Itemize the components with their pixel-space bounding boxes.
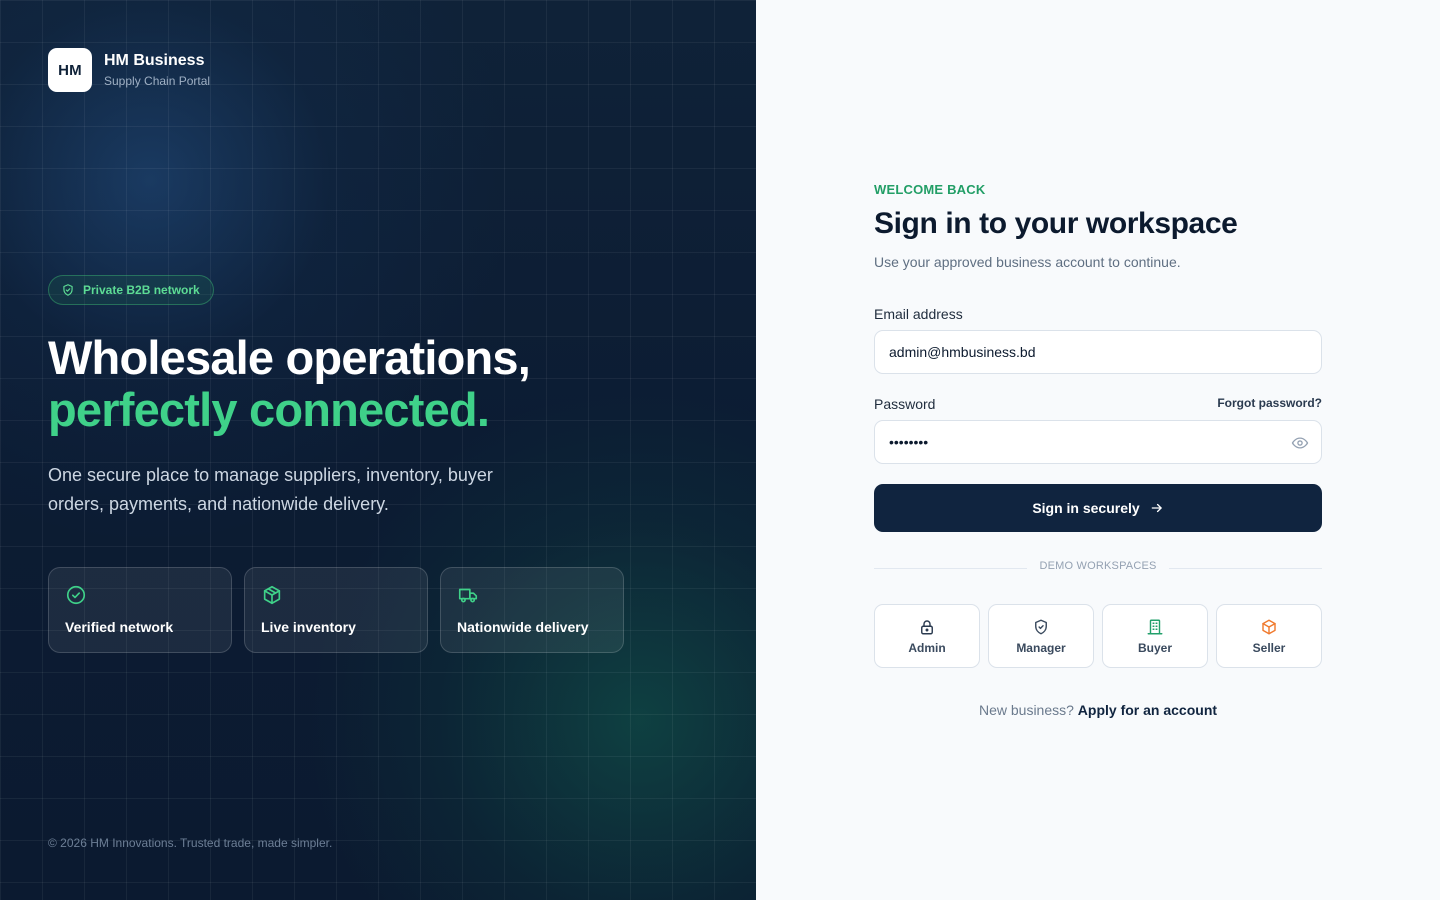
workspace-manager-button[interactable]: Manager — [988, 604, 1094, 668]
password-label: Password — [874, 396, 936, 412]
brand: HM HM Business Supply Chain Portal — [48, 48, 210, 92]
feature-label: Live inventory — [261, 619, 356, 635]
copyright-footer: © 2026 HM Innovations. Trusted trade, ma… — [48, 836, 333, 850]
feature-card-nationwide-delivery: Nationwide delivery — [440, 567, 624, 653]
email-field[interactable] — [889, 344, 1307, 360]
divider-label: DEMO WORKSPACES — [1027, 560, 1169, 572]
check-circle-icon — [66, 585, 86, 605]
page-subtitle: Use your approved business account to co… — [874, 254, 1181, 270]
brand-panel: HM HM Business Supply Chain Portal Priva… — [0, 0, 756, 900]
logo: HM — [48, 48, 92, 92]
apply-link[interactable]: Apply for an account — [1078, 702, 1217, 718]
lock-icon — [921, 619, 933, 634]
page-title: Sign in to your workspace — [874, 207, 1238, 240]
building-icon — [1147, 619, 1163, 634]
workspace-label: Admin — [908, 640, 946, 655]
badge-label: Private B2B network — [83, 283, 200, 297]
headline-line-1: Wholesale operations, — [48, 331, 531, 384]
sign-in-label: Sign in securely — [1032, 500, 1140, 516]
brand-subtitle: Supply Chain Portal — [104, 74, 211, 88]
feature-label: Nationwide delivery — [457, 619, 589, 635]
hero-headline: Wholesale operations, perfectly connecte… — [48, 331, 531, 436]
sign-in-button[interactable]: Sign in securely — [874, 484, 1322, 532]
workspace-label: Buyer — [1137, 640, 1172, 655]
workspace-buyer-button[interactable]: Buyer — [1102, 604, 1208, 668]
demo-workspaces-divider: DEMO WORKSPACES — [874, 560, 1322, 578]
workspace-label: Seller — [1252, 640, 1286, 655]
feature-label: Verified network — [65, 619, 174, 635]
welcome-eyebrow: WELCOME BACK — [874, 182, 986, 197]
email-label: Email address — [874, 306, 963, 322]
feature-card-live-inventory: Live inventory — [244, 567, 428, 653]
demo-workspace-buttons: Admin Manager Buyer Seller — [874, 604, 1322, 668]
workspace-admin-button[interactable]: Admin — [874, 604, 980, 668]
hero-description: One secure place to manage suppliers, in… — [48, 465, 493, 514]
workspace-label: Manager — [1016, 640, 1066, 655]
private-network-badge: Private B2B network — [48, 275, 214, 305]
package-icon — [263, 585, 281, 605]
workspace-seller-button[interactable]: Seller — [1216, 604, 1322, 668]
apply-prompt: New business? Apply for an account — [874, 702, 1322, 718]
eye-icon[interactable] — [1291, 434, 1309, 452]
truck-icon — [458, 588, 478, 603]
shield-icon — [1035, 619, 1047, 634]
box-icon — [1262, 619, 1276, 634]
forgot-password-link[interactable]: Forgot password? — [1217, 396, 1322, 410]
password-field[interactable] — [889, 434, 1307, 450]
feature-card-verified-network: Verified network — [48, 567, 232, 653]
apply-question: New business? — [978, 702, 1074, 718]
feature-cards: Verified network Live inventory Nationwi… — [48, 567, 624, 653]
shield-check-icon — [63, 284, 73, 296]
arrow-right-icon — [1151, 503, 1162, 513]
signin-panel: WELCOME BACK Sign in to your workspace U… — [756, 0, 1440, 900]
email-field-wrapper — [874, 330, 1322, 374]
grid-background — [0, 0, 756, 900]
password-field-wrapper — [874, 420, 1322, 464]
brand-name: HM Business — [104, 52, 205, 69]
headline-line-2: perfectly connected. — [48, 383, 490, 436]
